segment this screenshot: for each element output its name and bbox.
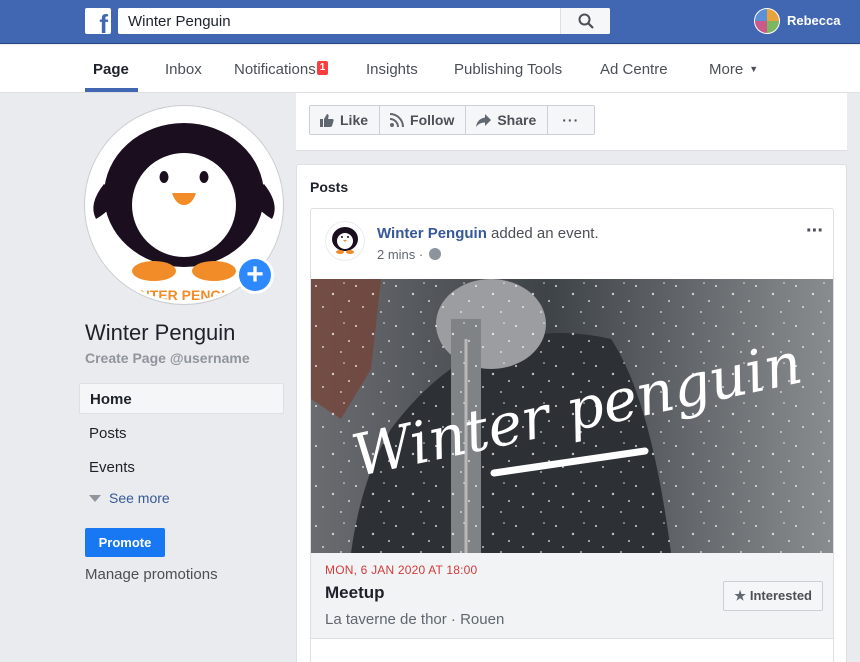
posts-section: Posts Winter Penguin added an event. 2 m…	[296, 164, 847, 662]
active-tab-indicator	[85, 88, 138, 92]
post-header: Winter Penguin added an event.	[377, 225, 599, 242]
event-location: La taverne de thor · Rouen	[325, 611, 505, 628]
add-profile-photo-button[interactable]: +	[236, 256, 274, 294]
share-button[interactable]: Share	[465, 105, 549, 135]
tab-insights[interactable]: Insights	[366, 61, 418, 78]
top-bar: f Rebecca	[0, 0, 860, 44]
tab-page[interactable]: Page	[93, 61, 129, 78]
search-input[interactable]	[118, 8, 558, 34]
thumbs-up-icon	[320, 113, 334, 127]
sidebar-item-events[interactable]: Events	[79, 452, 284, 483]
globe-icon	[428, 248, 441, 260]
notification-badge: 1	[316, 61, 329, 75]
follow-button[interactable]: Follow	[379, 105, 467, 135]
more-dots-icon: ···	[562, 112, 580, 128]
star-icon: ★	[734, 588, 746, 603]
post-card: Winter Penguin added an event. 2 mins · …	[310, 208, 834, 662]
tab-notifications-label: Notifications	[234, 61, 316, 78]
post-timestamp[interactable]: 2 mins ·	[377, 247, 441, 262]
action-buttons: Like Follow Share ···	[309, 105, 596, 135]
tab-more[interactable]: More ▼	[709, 61, 758, 78]
create-username-link[interactable]: Create Page @username	[85, 350, 250, 366]
page-title: Winter Penguin	[85, 320, 236, 345]
search-box	[118, 8, 610, 34]
post-author-link[interactable]: Winter Penguin	[377, 225, 487, 242]
post-action-text: added an event.	[486, 225, 599, 242]
winter-photo: Winter penguin	[311, 279, 833, 553]
posts-heading: Posts	[310, 179, 349, 195]
share-arrow-icon	[476, 113, 492, 127]
tab-more-label: More	[709, 61, 744, 78]
triangle-down-icon	[89, 495, 101, 502]
promote-button[interactable]: Promote	[85, 528, 165, 557]
user-name: Rebecca	[787, 13, 841, 28]
interested-button[interactable]: ★ Interested	[723, 581, 823, 611]
event-date: MON, 6 JAN 2020 AT 18:00	[325, 563, 478, 577]
page-actions-bar: Like Follow Share ···	[296, 93, 847, 151]
post-time-label: 2 mins ·	[377, 247, 427, 262]
search-button[interactable]	[560, 8, 610, 34]
tab-ad-centre[interactable]: Ad Centre	[600, 61, 668, 78]
search-icon	[578, 13, 594, 29]
plus-icon: +	[239, 259, 271, 291]
sidebar-item-home[interactable]: Home	[79, 383, 284, 414]
caret-down-icon: ▼	[749, 64, 759, 74]
tab-notifications[interactable]: Notifications 1	[234, 61, 329, 78]
share-label: Share	[497, 112, 537, 128]
event-details[interactable]: MON, 6 JAN 2020 AT 18:00 Meetup La taver…	[311, 553, 833, 639]
tab-publishing-tools[interactable]: Publishing Tools	[454, 61, 562, 78]
like-button[interactable]: Like	[309, 105, 381, 135]
facebook-logo-icon[interactable]: f	[85, 8, 111, 37]
logo-partial-text: WINTER PENGUIN	[123, 287, 246, 301]
avatar	[754, 8, 780, 34]
rss-follow-icon	[390, 113, 405, 127]
tab-inbox[interactable]: Inbox	[165, 61, 202, 78]
manage-promotions-link[interactable]: Manage promotions	[85, 566, 218, 583]
event-cover-image[interactable]: Winter penguin	[311, 279, 833, 553]
see-more-link[interactable]: See more	[89, 490, 170, 506]
see-more-label: See more	[109, 490, 170, 506]
post-options-icon[interactable]: ···	[806, 220, 824, 243]
event-title[interactable]: Meetup	[325, 583, 385, 603]
post-author-avatar[interactable]	[325, 221, 365, 261]
sidebar-item-posts[interactable]: Posts	[79, 418, 284, 449]
like-label: Like	[340, 112, 369, 128]
follow-label: Follow	[410, 112, 455, 128]
penguin-avatar-icon	[332, 227, 358, 254]
interested-label: Interested	[749, 588, 812, 603]
page-nav: Page Inbox Notifications 1 Insights Publi…	[0, 45, 860, 93]
more-actions-button[interactable]: ···	[547, 105, 596, 135]
